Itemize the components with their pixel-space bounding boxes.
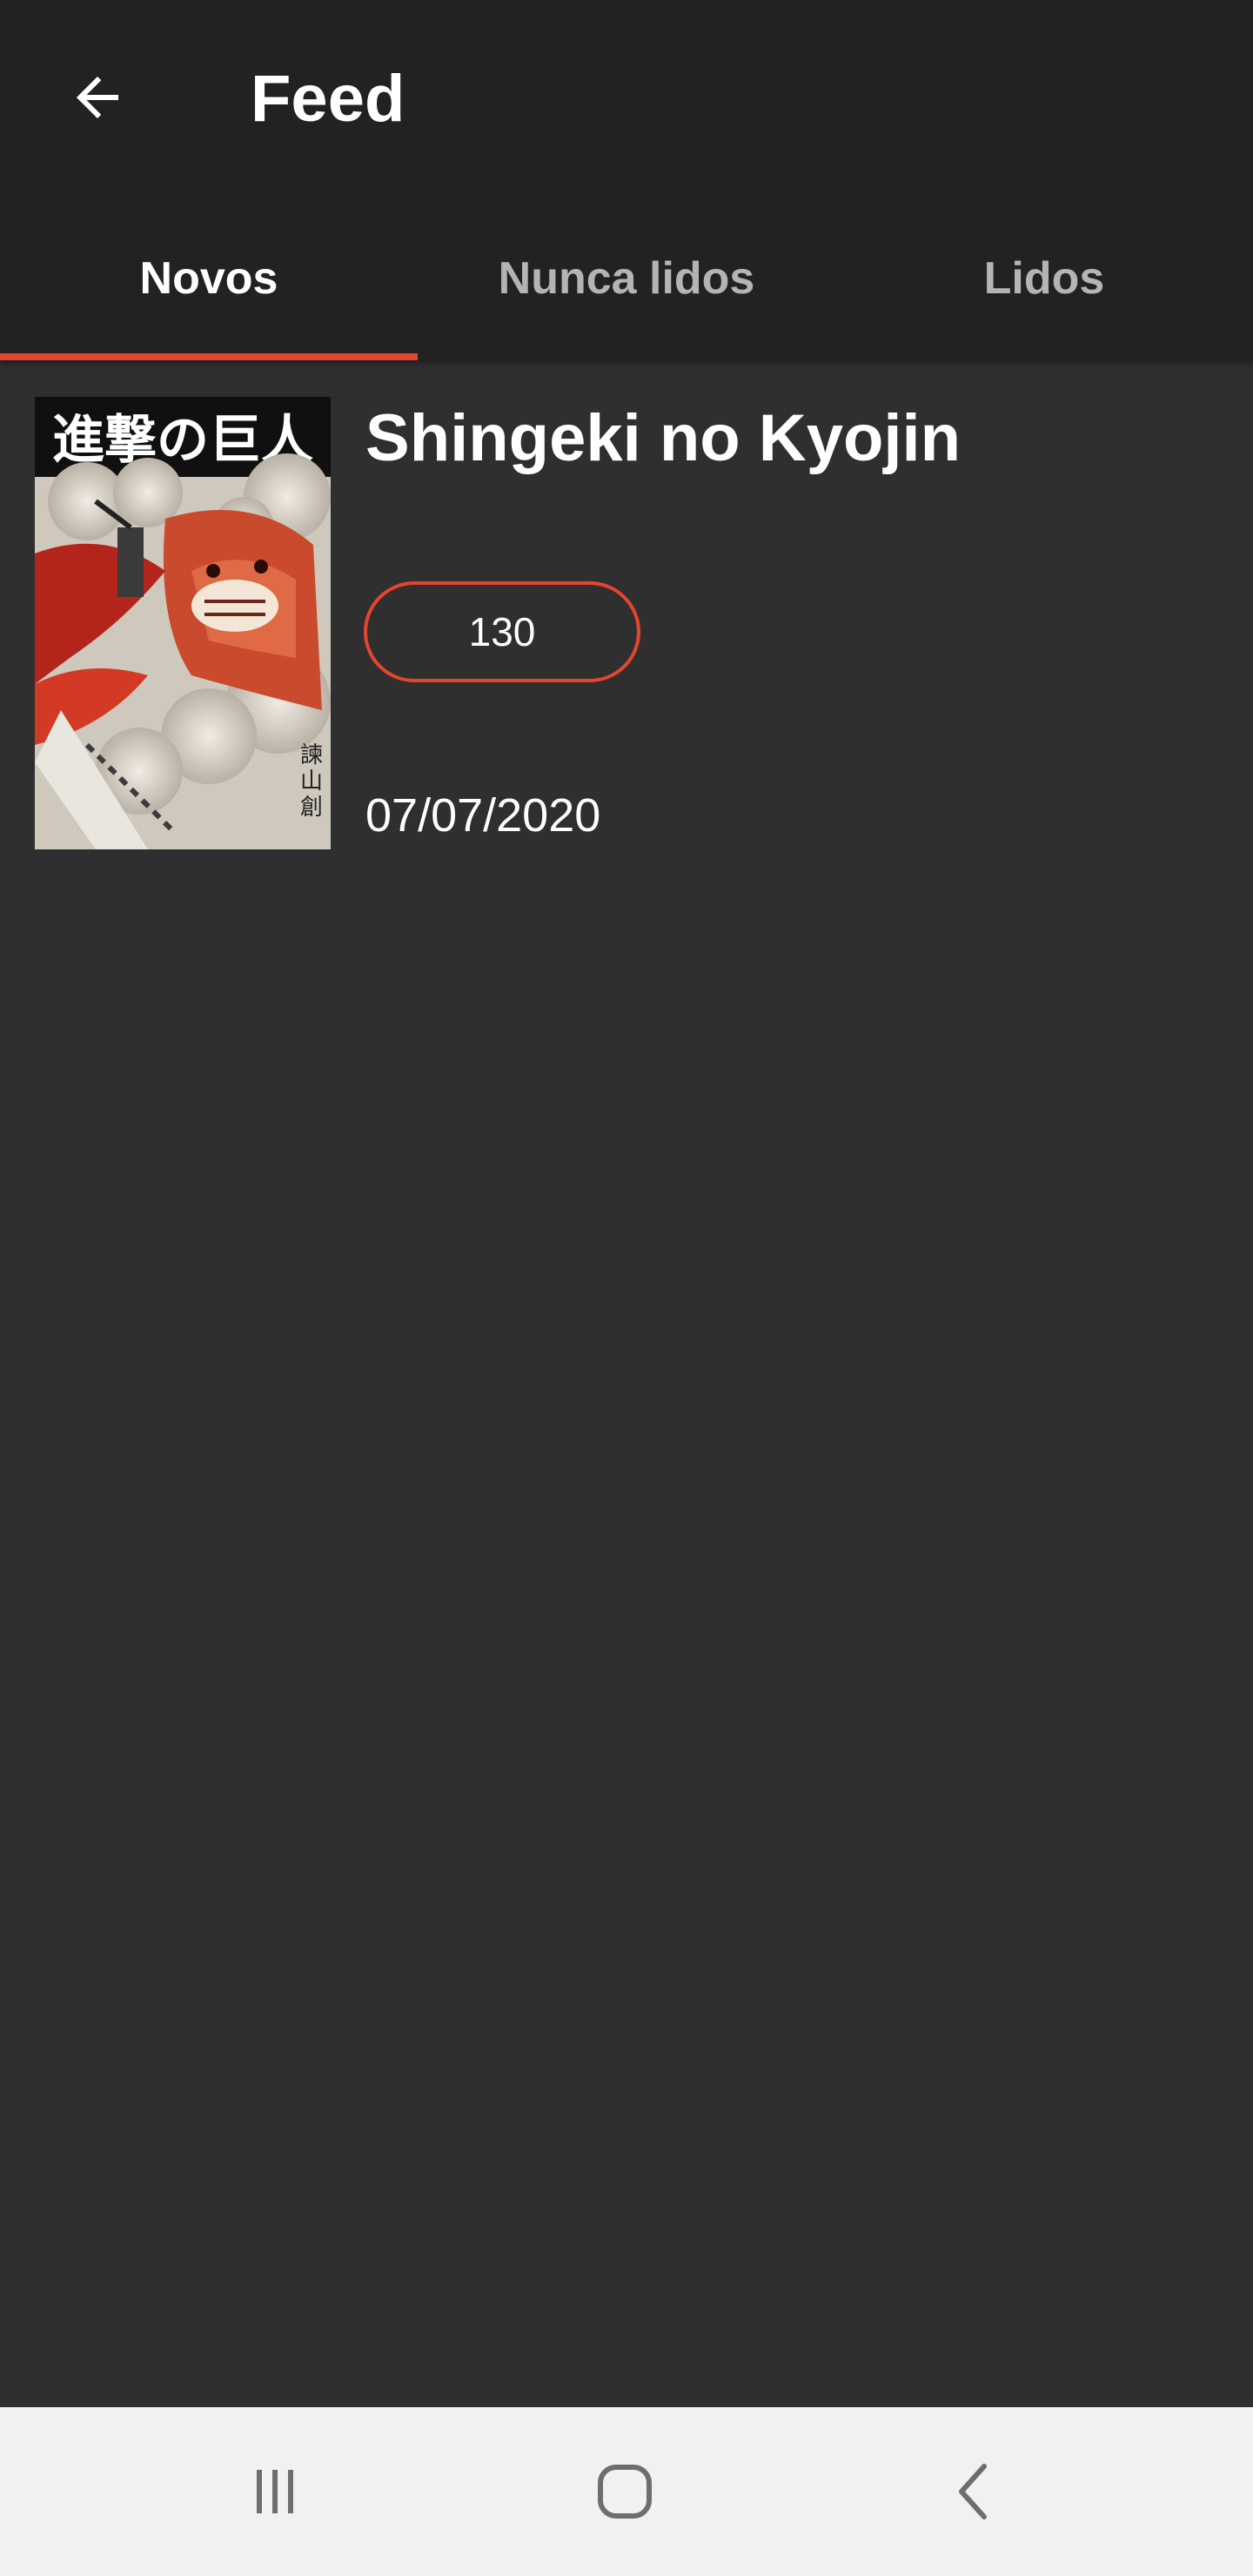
chapter-badge[interactable]: 130 — [364, 581, 640, 682]
cover-art: 進撃の巨人 諫 山 創 — [35, 397, 331, 849]
manga-title: Shingeki no Kyojin — [365, 401, 962, 475]
tab-nunca-lidos[interactable]: Nunca lidos — [418, 197, 835, 360]
back-button[interactable] — [45, 45, 150, 150]
svg-text:諫: 諫 — [300, 742, 323, 768]
feed-list: 進撃の巨人 諫 山 創 Shingeki no Kyojin 130 07/07… — [0, 360, 1253, 882]
release-date: 07/07/2020 — [365, 789, 601, 842]
recents-button[interactable] — [231, 2448, 318, 2535]
page-title: Feed — [251, 62, 405, 136]
svg-text:創: 創 — [300, 795, 323, 821]
system-navigation-bar — [0, 2407, 1253, 2576]
tab-novos[interactable]: Novos — [0, 197, 418, 360]
tab-label: Novos — [139, 253, 278, 304]
list-item[interactable]: 進撃の巨人 諫 山 創 Shingeki no Kyojin 130 07/07… — [0, 360, 1253, 882]
back-chevron-icon — [959, 2464, 987, 2519]
toolbar: Feed — [0, 0, 1253, 197]
tab-bar: Novos Nunca lidos Lidos — [0, 197, 1253, 360]
tab-label: Nunca lidos — [498, 253, 755, 304]
feed-screen: Feed Novos Nunca lidos Lidos 進撃の巨人 諫 山 創… — [0, 0, 1253, 2576]
arrow-left-icon — [77, 77, 118, 118]
tab-label: Lidos — [983, 253, 1105, 304]
system-back-button[interactable] — [931, 2448, 1018, 2535]
svg-text:山: 山 — [300, 768, 323, 795]
tab-lidos[interactable]: Lidos — [835, 197, 1253, 360]
manga-cover-image: 進撃の巨人 諫 山 創 — [35, 397, 331, 849]
home-icon — [598, 2465, 652, 2519]
home-button[interactable] — [581, 2448, 668, 2535]
recents-icon — [257, 2470, 293, 2513]
active-tab-indicator — [0, 353, 418, 360]
